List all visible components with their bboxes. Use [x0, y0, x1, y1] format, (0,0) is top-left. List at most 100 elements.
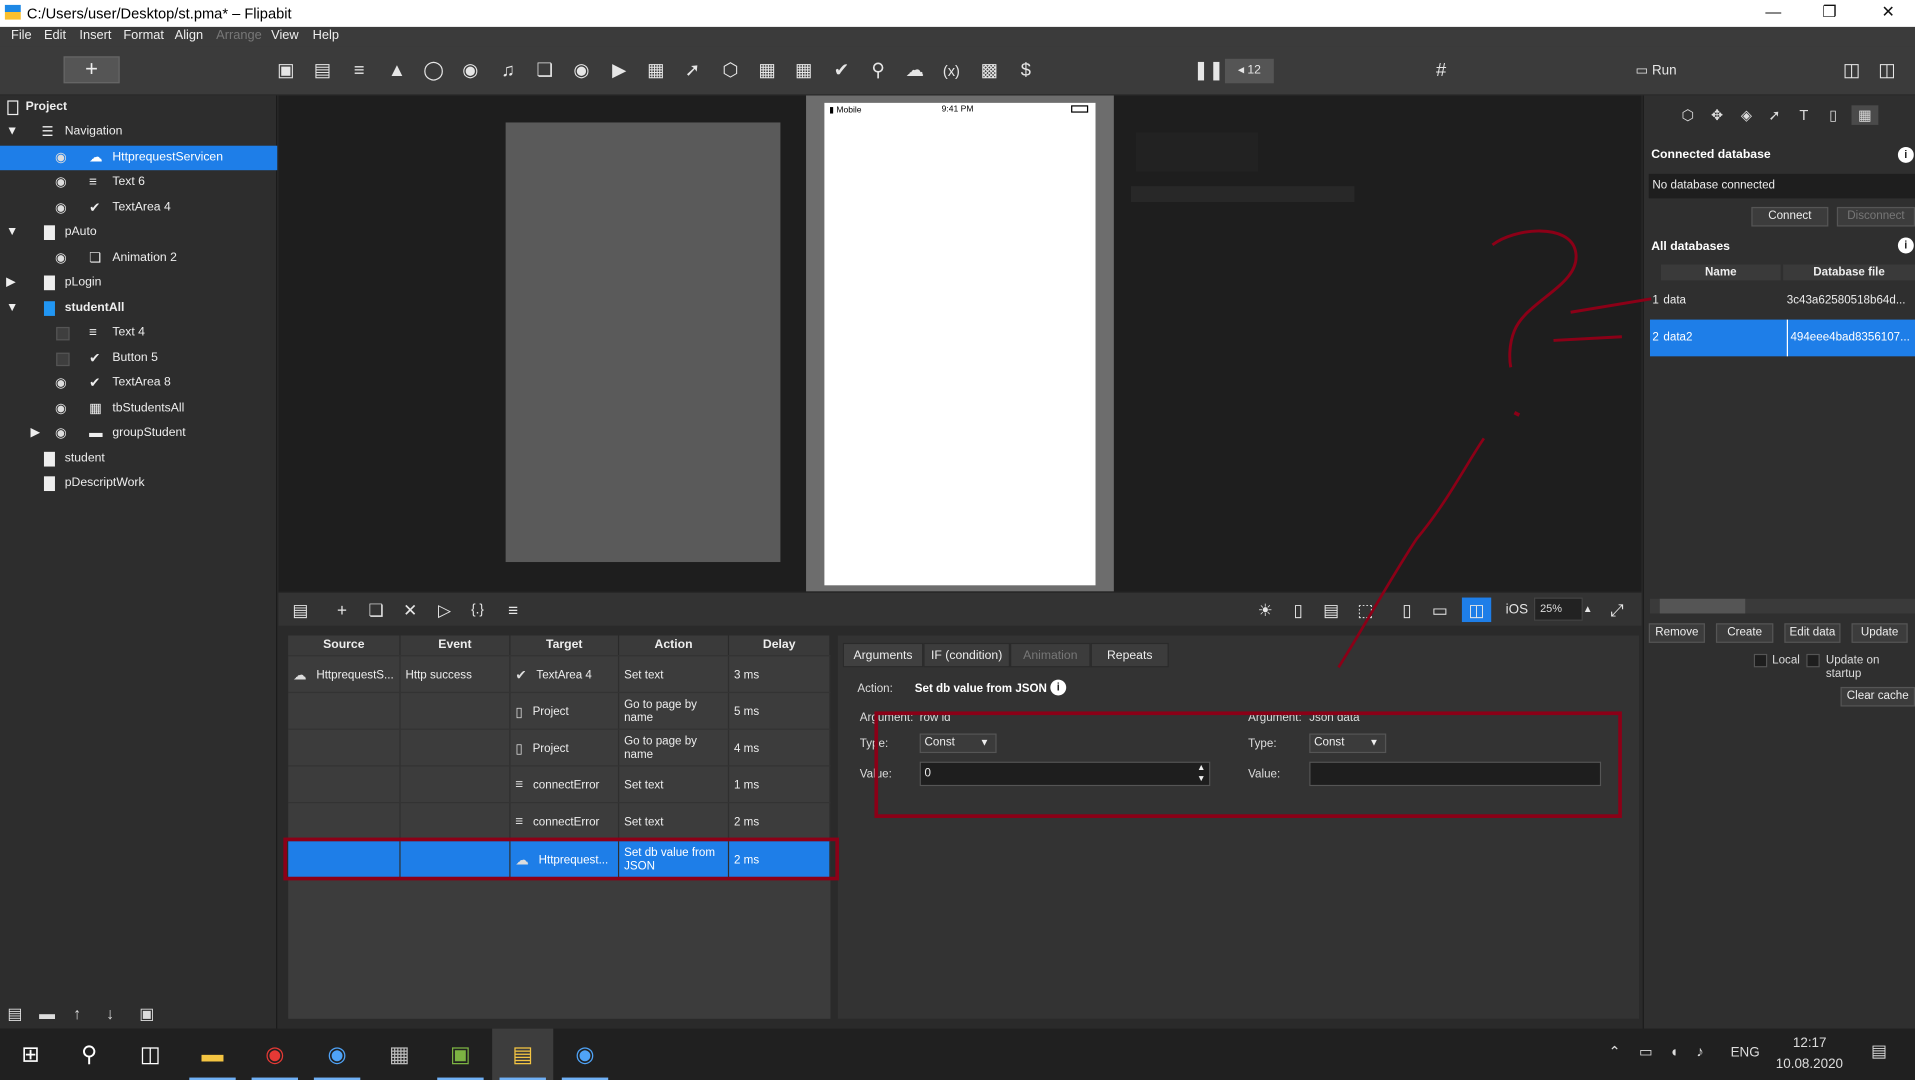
image-icon[interactable]: ▣ [274, 59, 298, 83]
audio-icon[interactable]: ♫ [496, 59, 520, 83]
device-icon[interactable]: ▯ [1286, 598, 1310, 622]
menu-help[interactable]: Help [313, 28, 339, 43]
tree-item-pdescriptwork[interactable]: pDescriptWork [0, 471, 277, 495]
windows-start-icon[interactable]: ⊞ [0, 1029, 61, 1080]
table-row[interactable]: ≡ connectError Set text 1 ms [288, 765, 831, 804]
tree-item-animation2[interactable]: ◉ ❏ Animation 2 [0, 246, 277, 270]
tree-item-tbstudentsall[interactable]: ◉ ▦ tbStudentsAll [0, 397, 277, 421]
eye-icon[interactable]: ◉ [55, 421, 67, 445]
menu-insert[interactable]: Insert [79, 28, 111, 43]
collapse-arrow-icon[interactable]: ▼ [6, 120, 18, 144]
col-source[interactable]: Source [288, 635, 401, 656]
currency-icon[interactable]: $ [1014, 59, 1038, 83]
list-icon[interactable]: ≡ [501, 598, 525, 622]
table-row[interactable]: ☁ HttprequestS... Http success ✔ TextArea … [288, 655, 831, 694]
chart-icon[interactable]: ➚ [680, 59, 704, 83]
magnifier-task-icon[interactable]: ◉ [554, 1029, 615, 1080]
scrollbar-thumb[interactable] [1659, 598, 1746, 614]
cloud-icon[interactable]: ☁ [903, 59, 927, 83]
col-name[interactable]: Name [1660, 264, 1781, 281]
tree-root[interactable]: Project [0, 96, 277, 120]
language-indicator[interactable]: ENG [1731, 1046, 1760, 1061]
tab-arguments[interactable]: Arguments [842, 642, 924, 668]
animation-icon[interactable]: ❏ [532, 59, 556, 83]
col-delay[interactable]: Delay [729, 635, 831, 656]
portrait-icon[interactable]: ▯ [1395, 598, 1419, 622]
move-up-icon[interactable]: ↑ [73, 1004, 81, 1022]
calendar-icon[interactable]: ▦ [755, 59, 779, 83]
volume-icon[interactable]: ♪ [1696, 1043, 1703, 1060]
col-action[interactable]: Action [619, 635, 730, 656]
task-view-icon[interactable]: ◫ [120, 1029, 181, 1080]
expand-arrow-icon[interactable]: ▶ [6, 271, 15, 295]
menu-align[interactable]: Align [175, 28, 204, 43]
paint-bucket-icon[interactable]: ◈ [1737, 105, 1757, 125]
move-down-icon[interactable]: ↓ [106, 1004, 114, 1022]
remove-event-icon[interactable]: ✕ [398, 598, 422, 622]
chrome-icon[interactable]: ◉ [244, 1029, 305, 1080]
wifi-icon[interactable]: ◖ [1670, 1043, 1679, 1060]
eye-icon[interactable]: ◉ [55, 170, 67, 194]
add-page-button[interactable]: + [63, 56, 120, 84]
expand-arrow-icon[interactable]: ▶ [31, 421, 40, 445]
battery-icon[interactable]: ▭ [1639, 1043, 1653, 1060]
col-target[interactable]: Target [510, 635, 620, 656]
run-button[interactable]: ▭ Run [1632, 59, 1681, 83]
notification-icon[interactable]: ▤ [1871, 1041, 1887, 1062]
table-row[interactable]: ▯ Project Go to page by name 4 ms [288, 728, 831, 767]
table-row[interactable]: ≡ connectError Set text 2 ms [288, 802, 831, 841]
zoom-spinner-icon[interactable]: ▲ [1575, 598, 1599, 622]
database-row-selected[interactable]: 2 data2 494eee4bad8356107... [1649, 319, 1915, 357]
eye-icon[interactable]: ◉ [55, 246, 67, 270]
tree-item-textarea8[interactable]: ◉ ✔ TextArea 8 [0, 371, 277, 395]
info-icon[interactable]: i [1897, 146, 1914, 163]
table-icon[interactable]: ▦ [791, 59, 815, 83]
eye-icon[interactable]: ◉ [55, 146, 67, 170]
landscape-icon[interactable]: ▭ [1428, 598, 1452, 622]
search-icon[interactable]: ⚲ [59, 1029, 120, 1080]
tab-repeats[interactable]: Repeats [1090, 642, 1169, 668]
edit-data-button[interactable]: Edit data [1784, 623, 1841, 643]
right-panel-toggle-icon[interactable]: ◫ [1875, 59, 1899, 83]
tree-item-button5[interactable]: ✔ Button 5 [0, 347, 277, 371]
pointer-icon[interactable]: ➚ [1765, 105, 1785, 125]
magnifier-app-icon[interactable]: ◉ [307, 1029, 368, 1080]
left-panel-toggle-icon[interactable]: ◫ [1839, 59, 1863, 83]
tree-item-navigation[interactable]: ▼ ☰ Navigation [0, 120, 277, 144]
web-icon[interactable]: ◯ [421, 59, 445, 83]
add-event-icon[interactable]: + [330, 598, 354, 622]
database-icon[interactable]: ▦ [1851, 105, 1879, 125]
grid-hash-icon[interactable]: # [1429, 59, 1453, 83]
brightness-icon[interactable]: ☀ [1253, 598, 1277, 622]
device-icon[interactable]: ▯ [1823, 105, 1843, 125]
phone-screen[interactable] [824, 102, 1096, 586]
tray-chevron-icon[interactable]: ⌃ [1608, 1043, 1620, 1060]
visibility-checkbox[interactable] [56, 352, 70, 367]
tree-item-plogin[interactable]: ▶ pLogin [0, 271, 277, 295]
canvas-ghost-element[interactable] [1130, 186, 1355, 203]
update-on-startup-checkbox[interactable] [1806, 653, 1820, 668]
microphone-icon[interactable]: ⚲ [866, 59, 890, 83]
database-app-icon[interactable]: ▦ [369, 1029, 430, 1080]
tree-item-studentall[interactable]: ▼ studentAll [0, 296, 277, 320]
clock-date[interactable]: 10.08.2020 [1776, 1057, 1843, 1072]
connect-button[interactable]: Connect [1751, 206, 1829, 227]
image-app-icon[interactable]: ▣ [430, 1029, 491, 1080]
tree-item-student[interactable]: student [0, 447, 277, 471]
move-icon[interactable]: ✥ [1707, 105, 1727, 125]
tree-item-text6[interactable]: ◉ ≡ Text 6 [0, 170, 277, 194]
update-button[interactable]: Update [1851, 623, 1908, 643]
code-counter[interactable]: ◂ 12 [1224, 58, 1274, 84]
remove-button[interactable]: Remove [1648, 623, 1705, 643]
save-icon[interactable]: ▤ [288, 598, 312, 622]
3d-cube-icon[interactable]: ⬡ [1678, 105, 1698, 125]
text-icon[interactable]: ≡ [347, 59, 371, 83]
menu-file[interactable]: File [11, 28, 32, 43]
fit-screen-icon[interactable]: ⤢ [1605, 598, 1629, 622]
add-page-icon[interactable]: ▤ [7, 1004, 22, 1024]
local-checkbox[interactable] [1753, 653, 1768, 668]
pause-icon[interactable]: ❚❚ [1193, 59, 1224, 83]
minimize-icon[interactable]: — [1756, 2, 1790, 24]
eye-icon[interactable]: ◉ [55, 397, 67, 421]
hatch-icon[interactable]: ▤ [1319, 598, 1343, 622]
